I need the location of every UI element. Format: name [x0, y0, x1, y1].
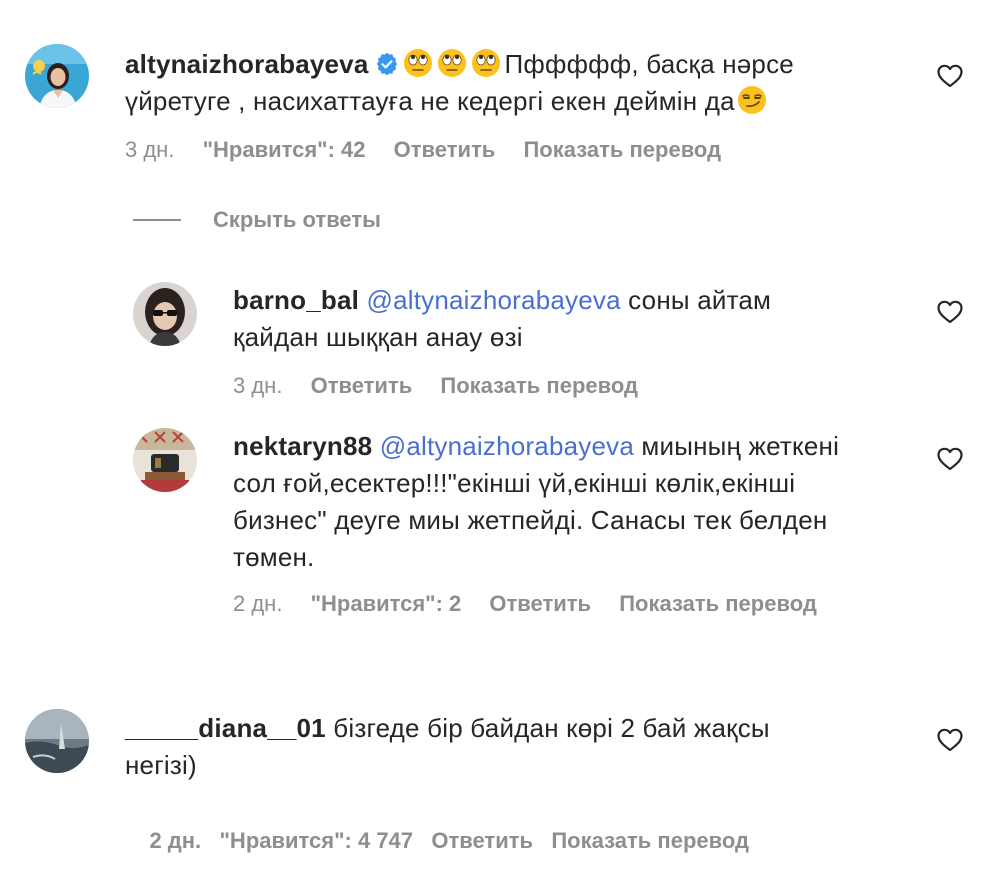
hide-replies-divider — [133, 219, 181, 221]
like-heart-icon[interactable] — [937, 728, 963, 752]
verified-badge-icon — [376, 52, 397, 76]
reply-text-line3: бизнес" деуге миы жетпейді. Санасы тек б… — [233, 505, 828, 535]
comment-meta: 3 дн. "Нравится": 42 Ответить Показать п… — [125, 136, 743, 164]
rolling-eyes-emoji-icon — [471, 49, 500, 77]
avatar-nektaryn88[interactable] — [133, 428, 197, 492]
comment-username[interactable]: _____diana__01 — [125, 713, 326, 743]
reply-timestamp[interactable]: 3 дн. — [233, 373, 282, 398]
reply-username[interactable]: nektaryn88 — [233, 431, 372, 461]
comment-body: altynaizhorabayeva Пффффф, басқа нәрсе үй… — [125, 46, 885, 120]
comment-meta-partial: 2 дн. "Нравится": 4 747 Ответить Показат… — [125, 799, 771, 883]
reply-text-line1: миының жеткені — [641, 431, 840, 461]
reply-body: barno_bal @altynaizhorabayeva соны айтам… — [233, 282, 913, 356]
reply-text-line1: соны айтам — [628, 285, 772, 315]
reply-text-line4: төмен. — [233, 542, 315, 572]
reply-meta: 3 дн. Ответить Показать перевод — [233, 372, 660, 400]
comment-text-line2: негізі) — [125, 750, 197, 780]
avatar-barno-bal[interactable] — [133, 282, 197, 346]
comment-username[interactable]: altynaizhorabayeva — [125, 49, 369, 79]
like-heart-icon[interactable] — [937, 447, 963, 471]
reply-meta: 2 дн. "Нравится": 2 Ответить Показать пе… — [233, 590, 839, 618]
rolling-eyes-emoji-icon — [403, 49, 432, 77]
reply-button[interactable]: Ответить — [311, 373, 413, 398]
reply-text-line2: қайдан шыққан анау өзі — [233, 322, 523, 352]
hide-replies-button[interactable]: Скрыть ответы — [133, 205, 381, 235]
reply-username[interactable]: barno_bal — [233, 285, 359, 315]
avatar-altynaizhorabayeva[interactable] — [25, 44, 89, 108]
show-translation-button[interactable]: Показать перевод — [619, 591, 817, 616]
reply-text-line2: сол ғой,есектер!!!"екінші үй,екінші көлі… — [233, 468, 796, 498]
smirking-face-emoji-icon — [737, 86, 766, 114]
reply-button[interactable]: Ответить — [394, 137, 496, 162]
hide-replies-label: Скрыть ответы — [213, 207, 381, 232]
avatar-diana-01[interactable] — [25, 709, 89, 773]
comment-text-line1: Пффффф, басқа нәрсе — [504, 49, 794, 79]
reply-button[interactable]: Ответить — [489, 591, 591, 616]
comment-meta-text: 2 дн. "Нравится": 4 747 Ответить Показат… — [149, 828, 749, 853]
like-heart-icon[interactable] — [937, 300, 963, 324]
show-translation-button[interactable]: Показать перевод — [440, 373, 638, 398]
show-translation-button[interactable]: Показать перевод — [523, 137, 721, 162]
comment-text-line2: үйретуге , насихаттауға не кедергі екен … — [125, 86, 735, 116]
reply-mention-link[interactable]: @altynaizhorabayeva — [367, 285, 621, 315]
like-heart-icon[interactable] — [937, 64, 963, 88]
comment-timestamp[interactable]: 3 дн. — [125, 137, 174, 162]
likes-count[interactable]: "Нравится": 2 — [311, 591, 462, 616]
comment-text-line1: бізгеде бір байдан көрі 2 бай жақсы — [333, 713, 770, 743]
comment-body: _____diana__01 бізгеде бір байдан көрі 2… — [125, 710, 885, 784]
reply-mention-link[interactable]: @altynaizhorabayeva — [380, 431, 634, 461]
reply-timestamp[interactable]: 2 дн. — [233, 591, 282, 616]
likes-count[interactable]: "Нравится": 42 — [203, 137, 366, 162]
rolling-eyes-emoji-icon — [437, 49, 466, 77]
reply-body: nektaryn88 @altynaizhorabayeva миының же… — [233, 428, 923, 576]
